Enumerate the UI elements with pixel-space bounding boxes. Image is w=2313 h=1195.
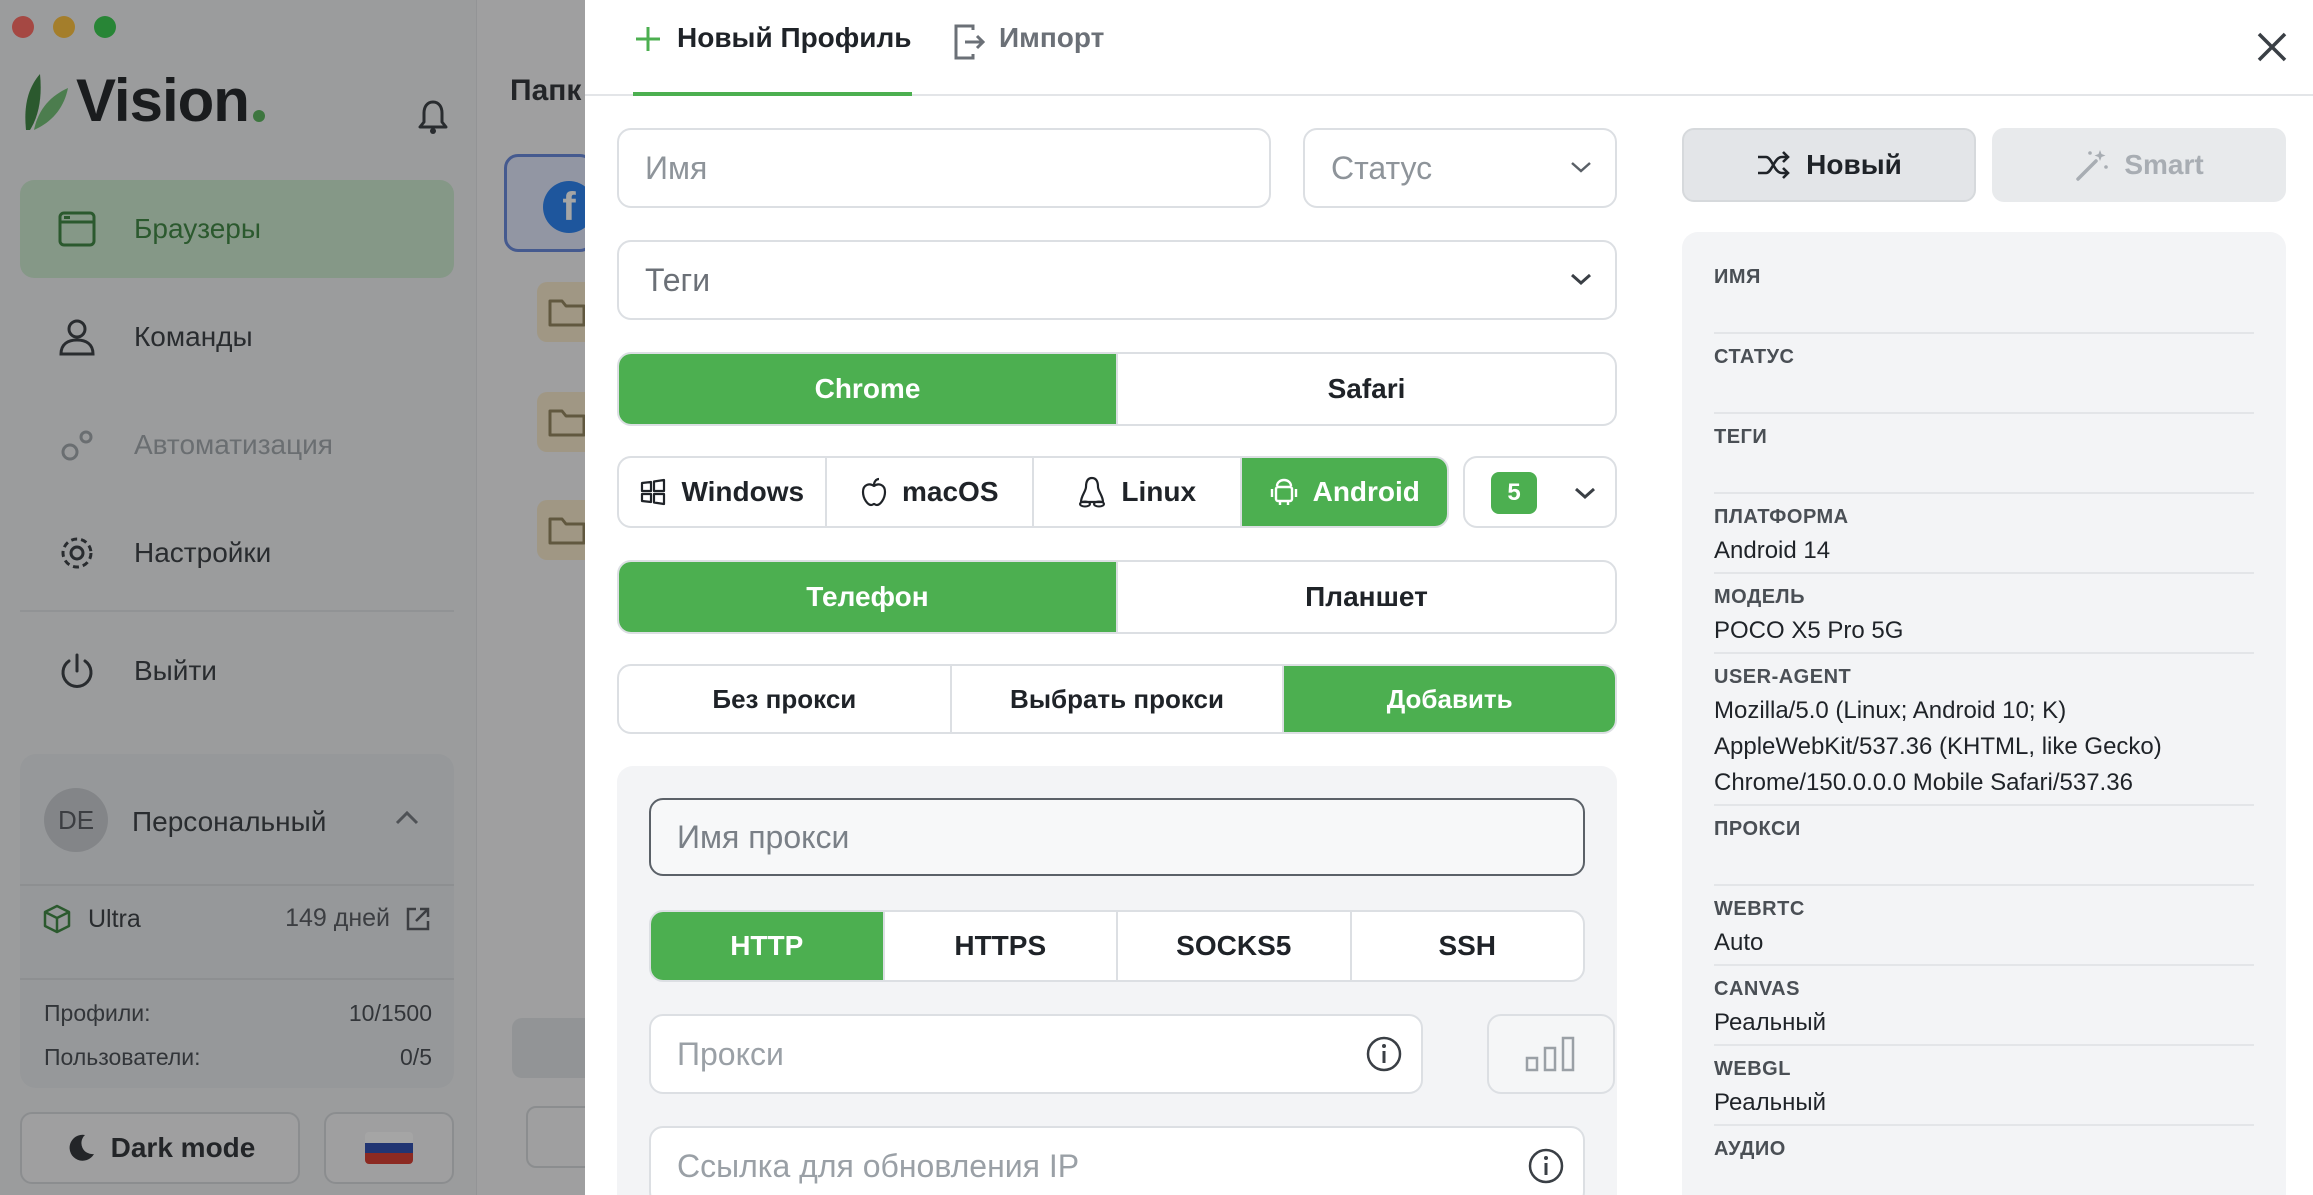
summary-row-user-agent: USER-AGENT Mozilla/5.0 (Linux; Android 1… (1714, 666, 2254, 806)
device-selector: Телефон Планшет (617, 560, 1617, 634)
generate-smart-button[interactable]: Smart (1992, 128, 2286, 202)
generate-new-button[interactable]: Новый (1682, 128, 1976, 202)
proxy-type-https[interactable]: HTTPS (885, 912, 1118, 980)
linux-penguin-icon (1077, 476, 1107, 508)
status-placeholder: Статус (1331, 149, 1433, 186)
summary-value: Android 14 (1714, 537, 1831, 564)
proxy-name-input[interactable]: Имя прокси (649, 798, 1585, 876)
new-profile-modal: Новый Профиль Импорт Имя Статус Теги Chr… (585, 0, 2313, 1195)
tab-import[interactable]: Импорт (953, 22, 1104, 96)
os-option-windows[interactable]: Windows (619, 458, 827, 526)
windows-icon (639, 478, 667, 506)
summary-label: WEBGL (1714, 1058, 1791, 1080)
summary-row-canvas: CANVAS Реальный (1714, 978, 2254, 1046)
summary-row-audio: АУДИО (1714, 1138, 2254, 1195)
proxy-mode-selector: Без прокси Выбрать прокси Добавить (617, 664, 1617, 734)
proxy-type-http[interactable]: HTTP (651, 912, 885, 980)
summary-row-tags: ТЕГИ (1714, 426, 2254, 494)
chevron-down-icon (1575, 487, 1595, 500)
browser-option-safari[interactable]: Safari (1118, 354, 1615, 424)
os-selector: Windows macOS Linux Android (617, 456, 1449, 528)
summary-row-name: ИМЯ (1714, 266, 2254, 334)
refresh-url-placeholder: Ссылка для обновления IP (677, 1147, 1080, 1184)
modal-tabs: Новый Профиль Импорт (585, 0, 2313, 96)
proxy-check-button[interactable] (1487, 1014, 1615, 1094)
tab-label: Новый Профиль (677, 22, 912, 53)
close-icon[interactable] (2251, 26, 2293, 68)
os-option-android[interactable]: Android (1241, 458, 1447, 526)
summary-value: Auto (1714, 929, 1764, 956)
summary-label: USER-AGENT (1714, 666, 1852, 688)
device-option-tablet[interactable]: Планшет (1118, 562, 1615, 632)
apple-icon (860, 477, 888, 507)
chevron-down-icon (1571, 162, 1591, 173)
proxy-placeholder: Прокси (677, 1035, 784, 1072)
tags-placeholder: Теги (645, 261, 711, 298)
shuffle-icon (1756, 150, 1792, 180)
proxy-type-selector: HTTP HTTPS SOCKS5 SSH (649, 910, 1585, 982)
summary-value: POCO X5 Pro 5G (1714, 617, 1904, 644)
tab-label: Импорт (999, 22, 1105, 53)
summary-value: Реальный (1714, 1089, 1827, 1116)
generate-smart-label: Smart (2124, 149, 2204, 180)
summary-row-platform: ПЛАТФОРМА Android 14 (1714, 506, 2254, 574)
plus-icon (636, 27, 660, 51)
refresh-ip-url-input[interactable]: Ссылка для обновления IP (649, 1126, 1585, 1195)
version-select[interactable]: 5 (1463, 456, 1617, 528)
summary-label: CANVAS (1714, 978, 1800, 1000)
summary-label: ИМЯ (1714, 266, 1761, 288)
status-select[interactable]: Статус (1303, 128, 1617, 208)
summary-label: АУДИО (1714, 1138, 1786, 1160)
tags-select[interactable]: Теги (617, 240, 1617, 320)
summary-row-model: МОДЕЛЬ POCO X5 Pro 5G (1714, 586, 2254, 654)
proxy-mode-none[interactable]: Без прокси (619, 666, 952, 732)
profile-summary-panel: ИМЯ СТАТУС ТЕГИ ПЛАТФОРМА Android 14 МОД… (1682, 232, 2286, 1195)
summary-label: МОДЕЛЬ (1714, 586, 1805, 608)
browser-selector: Chrome Safari (617, 352, 1617, 426)
proxy-input[interactable]: Прокси (649, 1014, 1423, 1094)
summary-value: Реальный (1714, 1009, 1827, 1036)
magic-wand-icon (2074, 147, 2110, 183)
os-option-macos[interactable]: macOS (827, 458, 1034, 526)
browser-option-chrome[interactable]: Chrome (619, 354, 1118, 424)
summary-row-status: СТАТУС (1714, 346, 2254, 414)
chevron-down-icon (1571, 273, 1591, 286)
summary-label: WEBRTC (1714, 898, 1805, 920)
import-icon (954, 24, 985, 60)
summary-label: СТАТУС (1714, 346, 1795, 368)
summary-row-webgl: WEBGL Реальный (1714, 1058, 2254, 1126)
os-label: Android (1312, 476, 1420, 507)
tab-new-profile[interactable]: Новый Профиль (633, 22, 912, 96)
os-label: Windows (681, 476, 805, 507)
summary-label: ПЛАТФОРМА (1714, 506, 1849, 528)
summary-row-webrtc: WEBRTC Auto (1714, 898, 2254, 966)
signal-bars-icon (1525, 1036, 1575, 1072)
summary-label: ПРОКСИ (1714, 818, 1801, 840)
summary-value: Mozilla/5.0 (Linux; Android 10; K) Apple… (1714, 697, 2162, 796)
proxy-panel: Имя прокси HTTP HTTPS SOCKS5 SSH Прокси … (617, 766, 1617, 1195)
android-icon (1269, 477, 1299, 507)
name-placeholder: Имя (645, 149, 708, 186)
generate-new-label: Новый (1806, 149, 1902, 180)
name-input[interactable]: Имя (617, 128, 1271, 208)
os-option-linux[interactable]: Linux (1034, 458, 1242, 526)
summary-row-proxy: ПРОКСИ (1714, 818, 2254, 886)
info-icon[interactable] (1365, 1035, 1403, 1073)
os-label: macOS (902, 476, 999, 507)
version-badge: 5 (1491, 472, 1537, 514)
summary-label: ТЕГИ (1714, 426, 1768, 448)
proxy-mode-add[interactable]: Добавить (1284, 666, 1615, 732)
proxy-type-socks5[interactable]: SOCKS5 (1118, 912, 1352, 980)
proxy-mode-choose[interactable]: Выбрать прокси (952, 666, 1285, 732)
proxy-name-placeholder: Имя прокси (677, 818, 850, 855)
proxy-type-ssh[interactable]: SSH (1352, 912, 1584, 980)
info-icon[interactable] (1527, 1147, 1565, 1185)
device-option-phone[interactable]: Телефон (619, 562, 1118, 632)
os-label: Linux (1121, 476, 1197, 507)
